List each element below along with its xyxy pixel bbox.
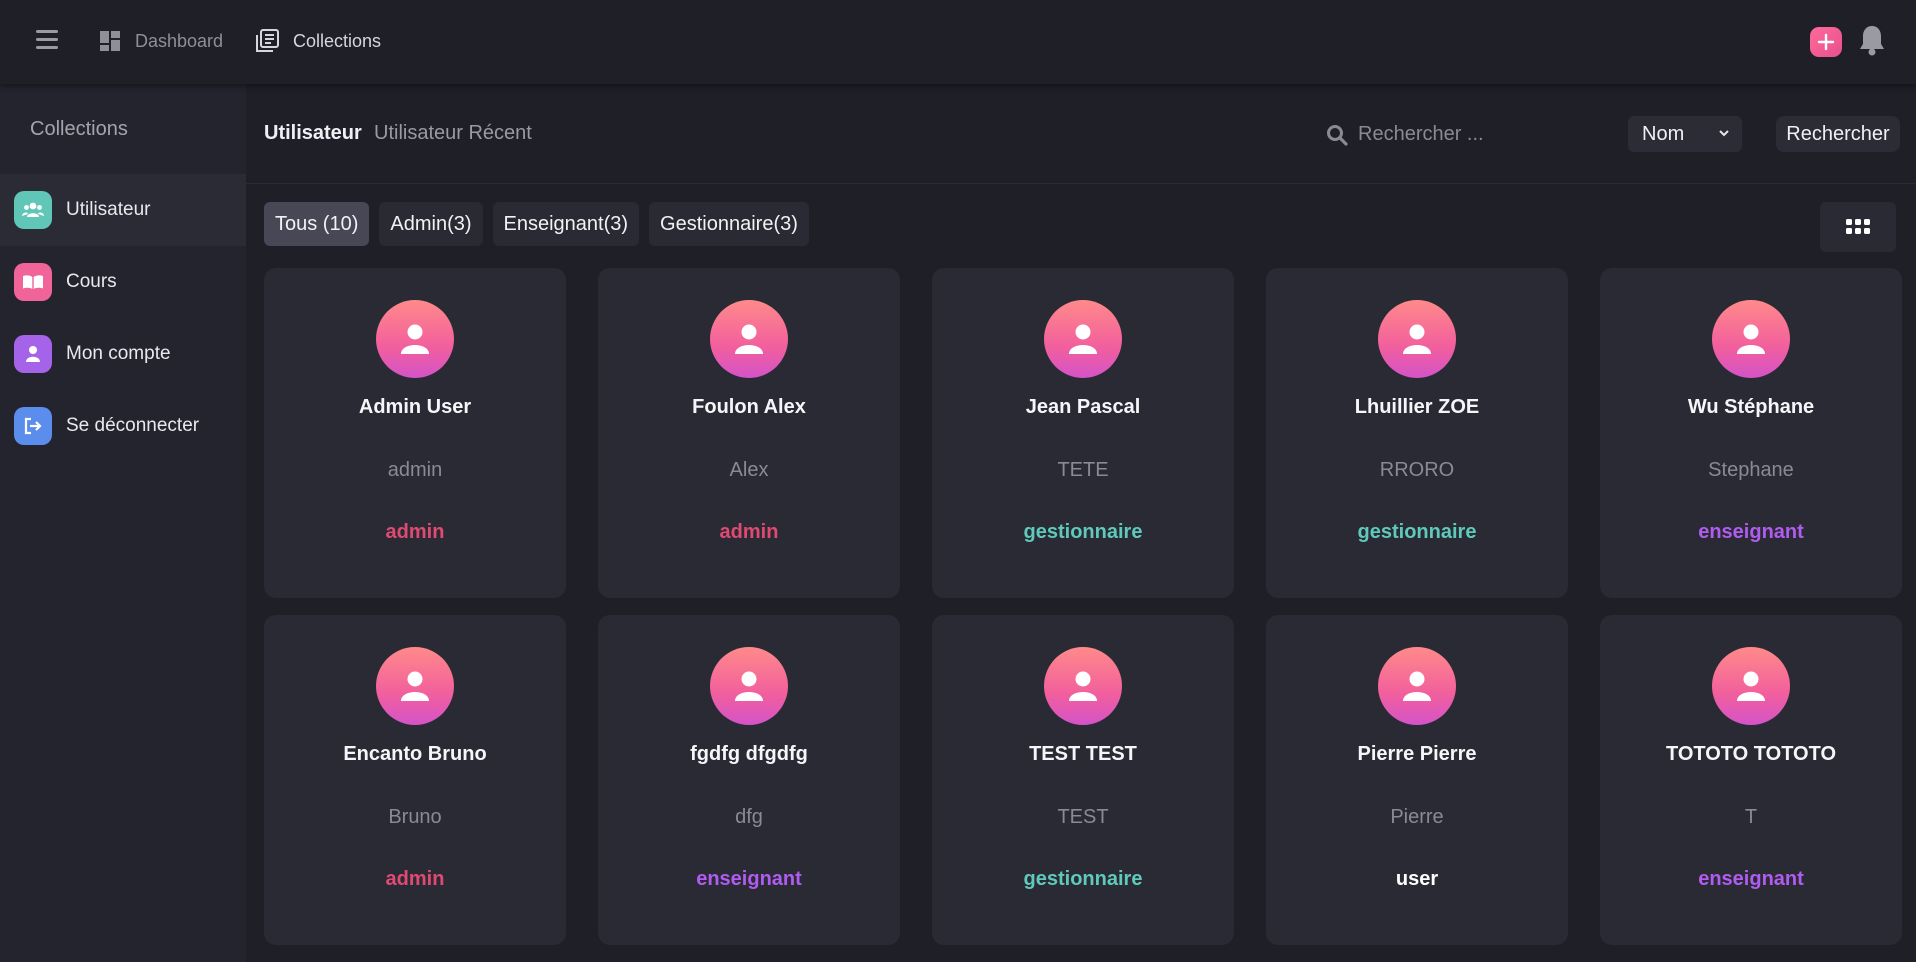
avatar-icon xyxy=(1712,647,1790,725)
user-card[interactable]: TEST TEST TEST gestionnaire xyxy=(932,615,1234,945)
sort-select-value: Nom xyxy=(1642,122,1685,145)
user-card[interactable]: Foulon Alex Alex admin xyxy=(598,268,900,598)
user-role-badge: user xyxy=(1395,868,1439,890)
sidebar-item-label: Se déconnecter xyxy=(66,415,200,436)
avatar-icon xyxy=(1044,300,1122,378)
search-button[interactable]: Rechercher xyxy=(1776,116,1900,152)
add-button[interactable] xyxy=(1810,27,1842,57)
avatar-icon xyxy=(710,300,788,378)
user-name: Foulon Alex xyxy=(692,396,806,418)
search-input[interactable] xyxy=(1358,114,1558,154)
user-name: Wu Stéphane xyxy=(1687,396,1815,418)
sidebar: Collections Utilisateur Cours Mon compte… xyxy=(0,84,246,962)
user-username: RRORO xyxy=(1379,459,1455,481)
top-bar: Dashboard Collections xyxy=(0,0,1916,84)
bell-icon[interactable] xyxy=(1858,24,1886,61)
sidebar-item-cours[interactable]: Cours xyxy=(0,246,246,318)
sidebar-item-label: Mon compte xyxy=(66,343,171,364)
user-name: TOTOTO TOTOTO xyxy=(1665,743,1837,765)
tab-utilisateur[interactable]: Utilisateur xyxy=(264,122,362,145)
avatar-icon xyxy=(1378,647,1456,725)
grid-view-button[interactable] xyxy=(1820,202,1896,252)
user-card[interactable]: fgdfg dfgdfg dfg enseignant xyxy=(598,615,900,945)
user-card[interactable]: Lhuillier ZOE RRORO gestionnaire xyxy=(1266,268,1568,598)
avatar-icon xyxy=(1378,300,1456,378)
avatar-icon xyxy=(1044,647,1122,725)
avatar-icon xyxy=(710,647,788,725)
user-name: fgdfg dfgdfg xyxy=(690,743,808,765)
filter-admin[interactable]: Admin(3) xyxy=(379,202,483,246)
sidebar-title: Collections xyxy=(30,118,128,140)
user-name: Encanto Bruno xyxy=(343,743,487,765)
user-name: Lhuillier ZOE xyxy=(1354,396,1480,418)
user-role-badge: admin xyxy=(719,521,779,543)
avatar-icon xyxy=(376,300,454,378)
sidebar-item-se-deconnecter[interactable]: Se déconnecter xyxy=(0,390,246,462)
book-open-icon xyxy=(14,263,52,301)
filter-tous[interactable]: Tous (10) xyxy=(264,202,370,246)
users-icon xyxy=(14,191,52,229)
user-role-badge: admin xyxy=(385,521,445,543)
user-username: Stephane xyxy=(1708,459,1794,481)
sidebar-item-label: Cours xyxy=(66,271,117,292)
plus-icon xyxy=(1817,33,1835,51)
sidebar-item-utilisateur[interactable]: Utilisateur xyxy=(0,174,246,246)
chevron-down-icon xyxy=(1719,130,1729,137)
user-name: Jean Pascal xyxy=(1025,396,1141,418)
filter-bar: Tous (10) Admin(3) Enseignant(3) Gestion… xyxy=(264,202,809,246)
search-icon xyxy=(1326,124,1348,151)
user-role-badge: enseignant xyxy=(1698,521,1804,543)
user-card[interactable]: Encanto Bruno Bruno admin xyxy=(264,615,566,945)
filter-enseignant[interactable]: Enseignant(3) xyxy=(492,202,640,246)
user-username: Pierre xyxy=(1390,806,1444,828)
user-role-badge: gestionnaire xyxy=(1357,521,1477,543)
nav-collections[interactable]: Collections xyxy=(255,28,381,54)
user-name: Pierre Pierre xyxy=(1357,743,1477,765)
user-card[interactable]: Wu Stéphane Stephane enseignant xyxy=(1600,268,1902,598)
user-name: TEST TEST xyxy=(1029,743,1137,765)
user-card[interactable]: Jean Pascal TETE gestionnaire xyxy=(932,268,1234,598)
user-role-badge: gestionnaire xyxy=(1023,521,1143,543)
user-card[interactable]: TOTOTO TOTOTO Tenseignant xyxy=(1600,615,1902,945)
user-username: TEST xyxy=(1057,806,1109,828)
grid-icon xyxy=(1846,219,1870,234)
user-role-badge: enseignant xyxy=(696,868,802,890)
user-role-badge: enseignant xyxy=(1698,868,1804,890)
user-role-badge: admin xyxy=(385,868,445,890)
collections-icon xyxy=(256,29,279,52)
user-username: TETE xyxy=(1057,459,1109,481)
user-username: Alex xyxy=(729,459,769,481)
menu-icon[interactable] xyxy=(36,30,58,50)
user-username: T xyxy=(1744,806,1758,828)
user-card[interactable]: Pierre Pierre Pierre user xyxy=(1266,615,1568,945)
nav-dashboard[interactable]: Dashboard xyxy=(99,28,223,54)
user-role-badge: gestionnaire xyxy=(1023,868,1143,890)
nav-dashboard-label: Dashboard xyxy=(135,30,224,51)
dashboard-icon xyxy=(100,31,120,51)
nav-collections-label: Collections xyxy=(293,30,382,51)
sidebar-item-mon-compte[interactable]: Mon compte xyxy=(0,318,246,390)
sign-out-icon xyxy=(14,407,52,445)
sub-header: Utilisateur Utilisateur Récent Nom Reche… xyxy=(246,84,1916,184)
user-name: Admin User xyxy=(358,396,472,418)
main-content: Utilisateur Utilisateur Récent Nom Reche… xyxy=(246,84,1916,962)
avatar-icon xyxy=(1712,300,1790,378)
user-username: admin xyxy=(387,459,443,481)
user-card[interactable]: Admin User admin admin xyxy=(264,268,566,598)
user-icon xyxy=(14,335,52,373)
sidebar-item-label: Utilisateur xyxy=(66,199,151,220)
user-username: dfg xyxy=(735,806,763,828)
user-username: Bruno xyxy=(388,806,442,828)
avatar-icon xyxy=(376,647,454,725)
filter-gestionnaire[interactable]: Gestionnaire(3) xyxy=(649,202,809,246)
sort-select[interactable]: Nom xyxy=(1628,116,1742,152)
tab-utilisateur-recent[interactable]: Utilisateur Récent xyxy=(374,122,532,145)
